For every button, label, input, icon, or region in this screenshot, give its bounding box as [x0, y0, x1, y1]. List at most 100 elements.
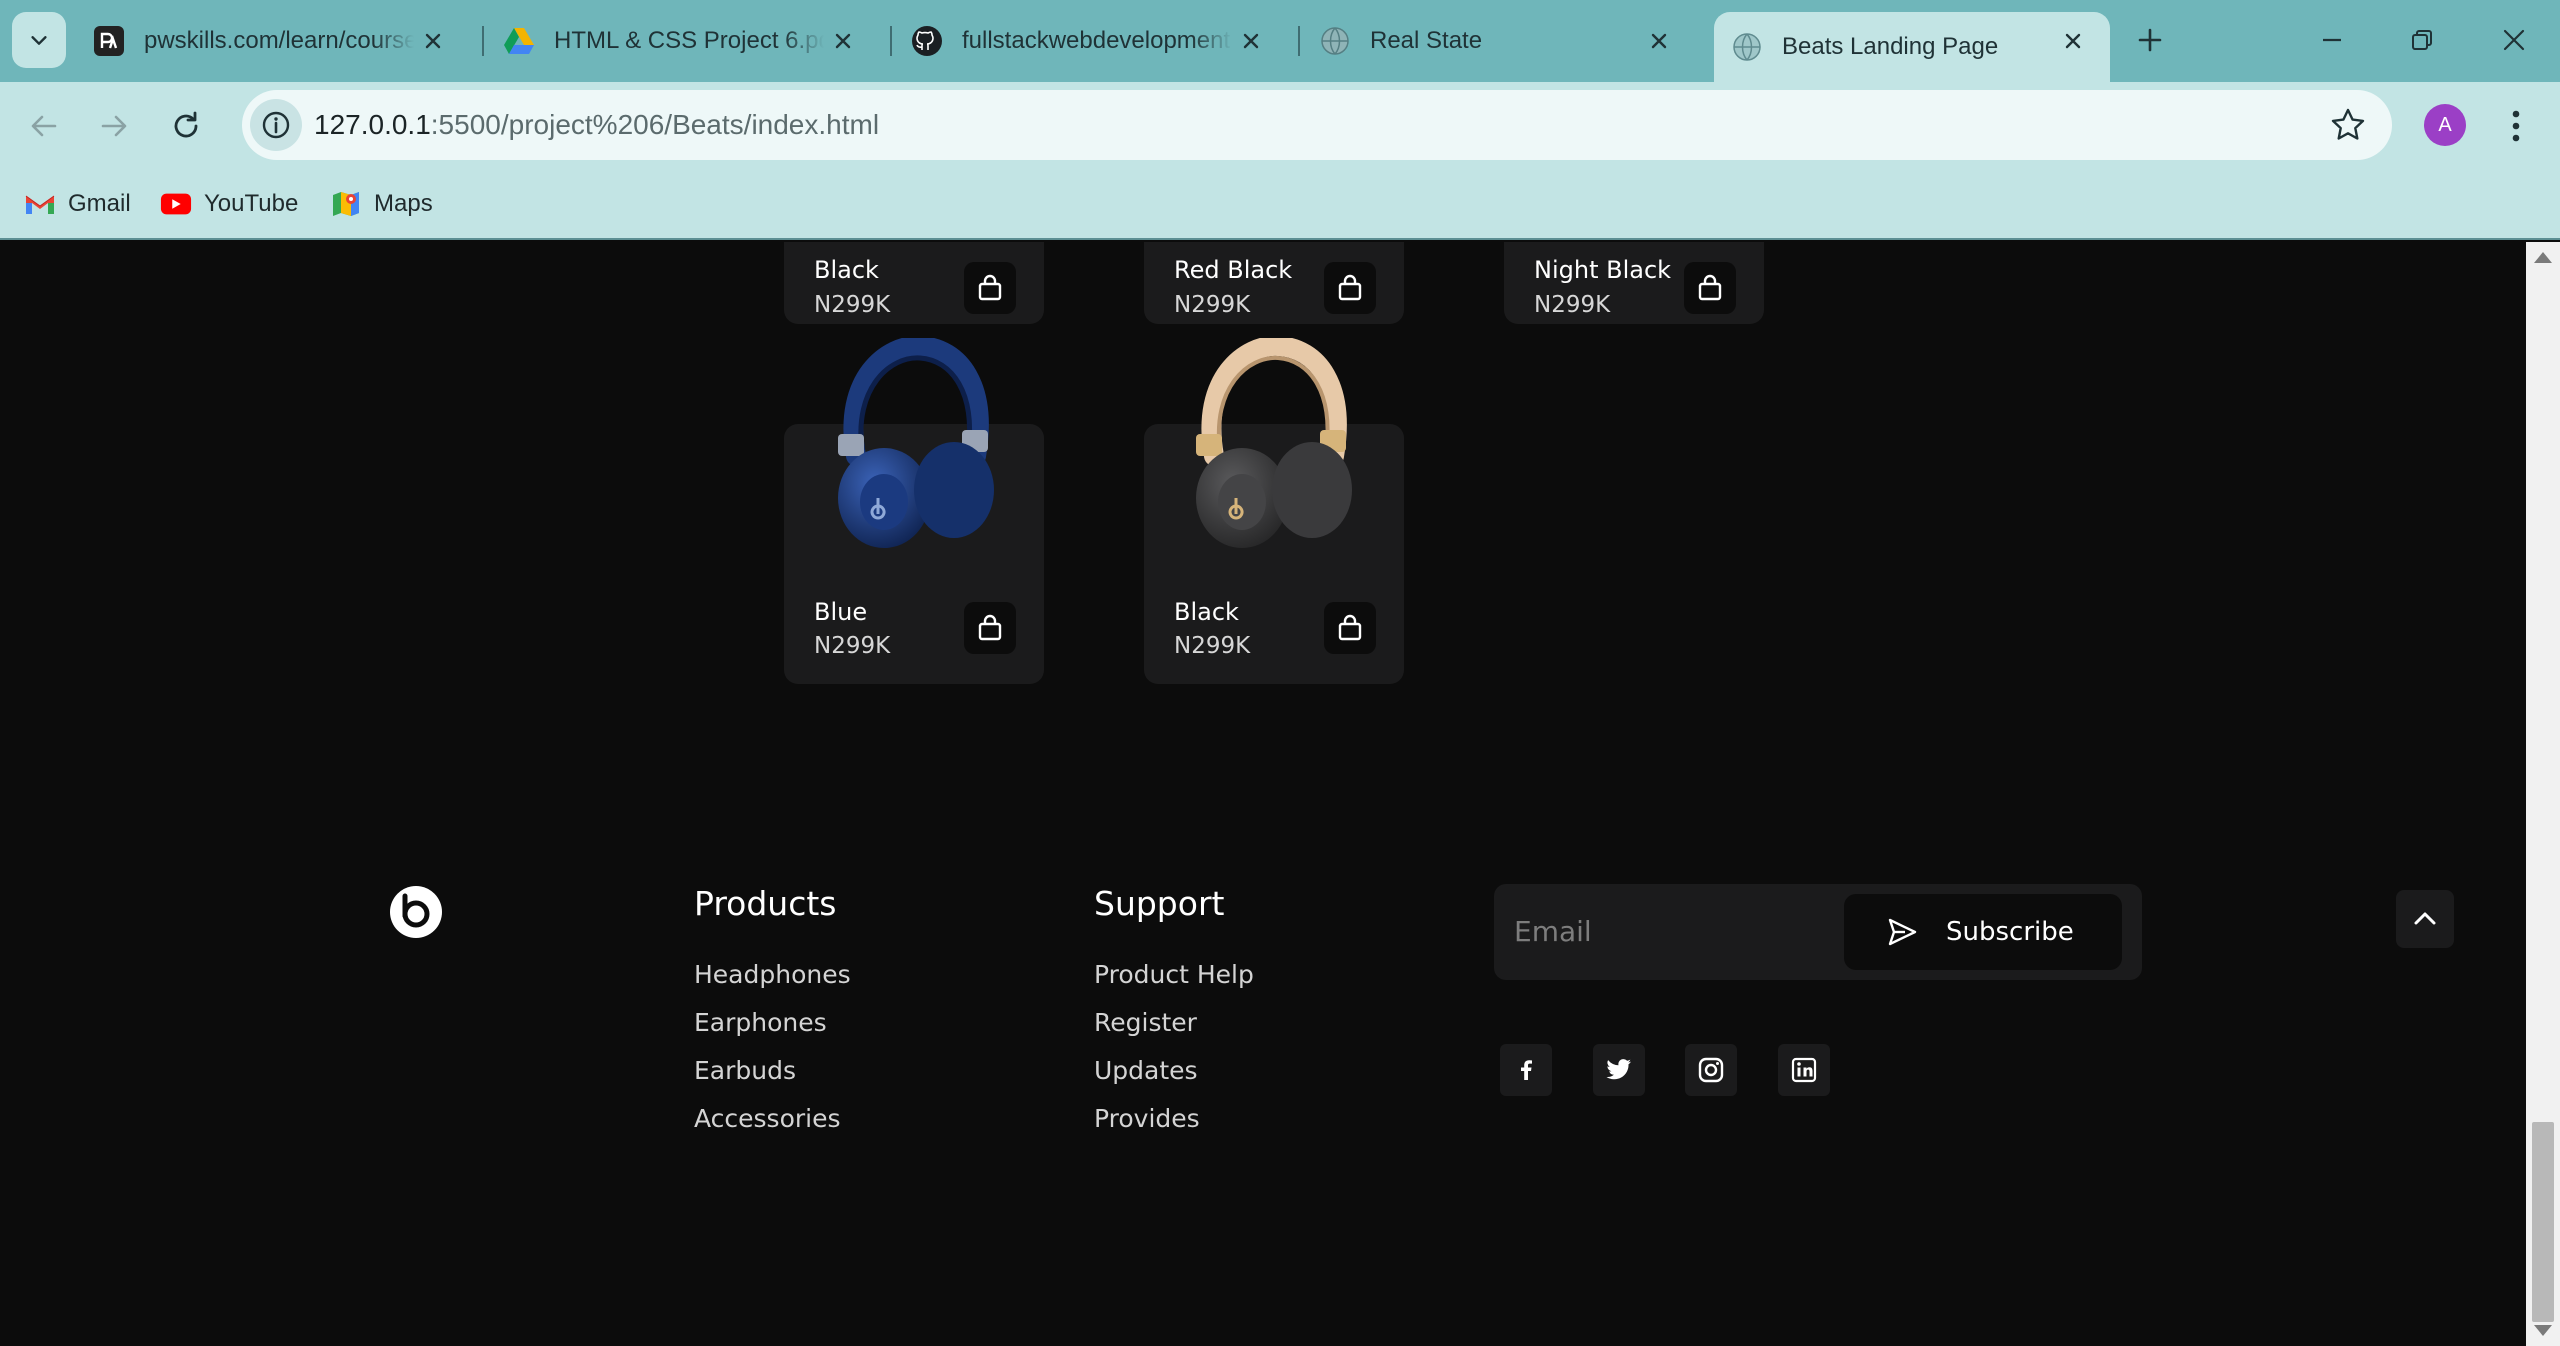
- tab-pwskills[interactable]: pwskills.com/learn/course: [60, 12, 470, 70]
- footer-link-earbuds[interactable]: Earbuds: [694, 1056, 796, 1085]
- back-button[interactable]: [22, 104, 66, 148]
- email-input[interactable]: [1514, 906, 1814, 956]
- plus-icon: [2138, 28, 2162, 52]
- shopping-bag-icon: [978, 614, 1002, 641]
- linkedin-icon: [1791, 1057, 1817, 1083]
- tab-beats-landing-page[interactable]: Beats Landing Page: [1714, 12, 2110, 82]
- product-price: N299K: [814, 633, 891, 659]
- tab-google-drive[interactable]: HTML & CSS Project 6.pdf: [470, 12, 880, 70]
- beats-logo[interactable]: [390, 886, 442, 938]
- tab-search-button[interactable]: [12, 12, 66, 68]
- newsletter-form: Subscribe: [1494, 884, 2142, 980]
- footer-link-headphones[interactable]: Headphones: [694, 960, 851, 989]
- product-name: Red Black: [1174, 256, 1293, 284]
- shopping-bag-icon: [1698, 274, 1722, 301]
- shopping-bag-icon: [978, 274, 1002, 301]
- facebook-link[interactable]: [1500, 1044, 1552, 1096]
- scrollbar-thumb[interactable]: [2532, 1122, 2554, 1322]
- bookmark-youtube[interactable]: YouTube: [160, 184, 298, 224]
- browser-toolbar: 127.0.0.1:5500/project%206/Beats/index.h…: [0, 82, 2560, 170]
- bookmark-gmail[interactable]: Gmail: [24, 184, 131, 224]
- forward-button[interactable]: [92, 104, 136, 148]
- tab-title: pwskills.com/learn/course: [144, 27, 414, 54]
- add-to-cart-button[interactable]: [1324, 262, 1376, 314]
- close-tab-icon[interactable]: [2058, 26, 2088, 56]
- subscribe-label: Subscribe: [1946, 917, 2074, 947]
- chevron-down-icon: [31, 36, 47, 45]
- footer-support-title: Support: [1094, 884, 1225, 923]
- footer-link-updates[interactable]: Updates: [1094, 1056, 1198, 1085]
- tab-github[interactable]: fullstackwebdevelopment: [878, 12, 1288, 70]
- address-bar[interactable]: 127.0.0.1:5500/project%206/Beats/index.h…: [242, 90, 2392, 160]
- close-window-button[interactable]: [2486, 14, 2542, 66]
- maps-icon: [330, 190, 362, 218]
- subscribe-button[interactable]: Subscribe: [1844, 894, 2122, 970]
- restore-button[interactable]: [2394, 14, 2450, 66]
- shopping-bag-icon: [1338, 274, 1362, 301]
- tab-real-state[interactable]: Real State: [1286, 12, 1696, 70]
- product-card[interactable]: Black N299K: [784, 242, 1044, 324]
- tab-title: HTML & CSS Project 6.pdf: [554, 27, 824, 54]
- page-viewport: Black N299K Red Black N299K Night Black …: [0, 242, 2526, 1346]
- url-text[interactable]: 127.0.0.1:5500/project%206/Beats/index.h…: [314, 109, 879, 141]
- bookmark-label: Maps: [374, 190, 433, 217]
- footer-link-earphones[interactable]: Earphones: [694, 1008, 827, 1037]
- minimize-button[interactable]: [2304, 14, 2360, 66]
- scroll-down-arrow-icon[interactable]: [2534, 1325, 2552, 1336]
- bookmark-star-icon[interactable]: [2330, 107, 2366, 143]
- product-card[interactable]: Red Black N299K: [1144, 242, 1404, 324]
- site-info-icon[interactable]: [250, 99, 302, 151]
- arrow-left-icon: [31, 115, 57, 137]
- product-price: N299K: [1174, 292, 1251, 318]
- close-tab-icon[interactable]: [828, 26, 858, 56]
- close-tab-icon[interactable]: [1236, 26, 1266, 56]
- add-to-cart-button[interactable]: [964, 602, 1016, 654]
- new-tab-button[interactable]: [2130, 18, 2170, 62]
- twitter-link[interactable]: [1593, 1044, 1645, 1096]
- tab-title: Real State: [1370, 27, 1483, 54]
- product-name: Night Black: [1534, 256, 1672, 284]
- bookmarks-bar: Gmail YouTube Maps: [0, 170, 2560, 240]
- instagram-link[interactable]: [1685, 1044, 1737, 1096]
- url-path: :5500/project%206/Beats/index.html: [430, 109, 880, 140]
- pwskills-favicon: [92, 24, 126, 58]
- tab-title: fullstackwebdevelopment: [962, 27, 1231, 54]
- add-to-cart-button[interactable]: [1324, 602, 1376, 654]
- scroll-up-arrow-icon[interactable]: [2534, 252, 2552, 263]
- beats-logo-mark: [402, 893, 430, 928]
- gmail-icon: [24, 190, 56, 218]
- browser-menu-button[interactable]: [2498, 104, 2534, 148]
- reload-button[interactable]: [164, 104, 208, 148]
- add-to-cart-button[interactable]: [1684, 262, 1736, 314]
- add-to-cart-button[interactable]: [964, 262, 1016, 314]
- minimize-icon: [2323, 38, 2341, 42]
- chevron-up-icon: [2414, 912, 2436, 925]
- scroll-to-top-button[interactable]: [2396, 890, 2454, 948]
- product-name: Black: [814, 256, 879, 284]
- twitter-icon: [1606, 1059, 1631, 1080]
- reload-icon: [174, 111, 198, 138]
- instagram-icon: [1698, 1057, 1724, 1083]
- headphones-black-image: [1196, 338, 1352, 548]
- bookmark-maps[interactable]: Maps: [330, 184, 433, 224]
- tab-strip: pwskills.com/learn/course HTML & CSS Pro…: [0, 0, 2560, 82]
- product-name: Blue: [814, 598, 868, 626]
- close-tab-icon[interactable]: [1644, 26, 1674, 56]
- footer-link-product-help[interactable]: Product Help: [1094, 960, 1254, 989]
- bookmark-label: YouTube: [204, 190, 299, 217]
- close-tab-icon[interactable]: [418, 26, 448, 56]
- send-icon: [1888, 918, 1917, 946]
- globe-favicon: [1730, 30, 1764, 64]
- linkedin-link[interactable]: [1778, 1044, 1830, 1096]
- profile-avatar[interactable]: A: [2424, 104, 2466, 146]
- close-icon: [2503, 29, 2525, 51]
- github-favicon: [910, 24, 944, 58]
- bookmark-label: Gmail: [68, 190, 131, 217]
- footer-link-provides[interactable]: Provides: [1094, 1104, 1200, 1133]
- more-vertical-icon: [2512, 110, 2520, 142]
- footer-link-register[interactable]: Register: [1094, 1008, 1197, 1037]
- page-scrollbar[interactable]: [2526, 242, 2560, 1346]
- shopping-bag-icon: [1338, 614, 1362, 641]
- product-card[interactable]: Night Black N299K: [1504, 242, 1764, 324]
- footer-link-accessories[interactable]: Accessories: [694, 1104, 841, 1133]
